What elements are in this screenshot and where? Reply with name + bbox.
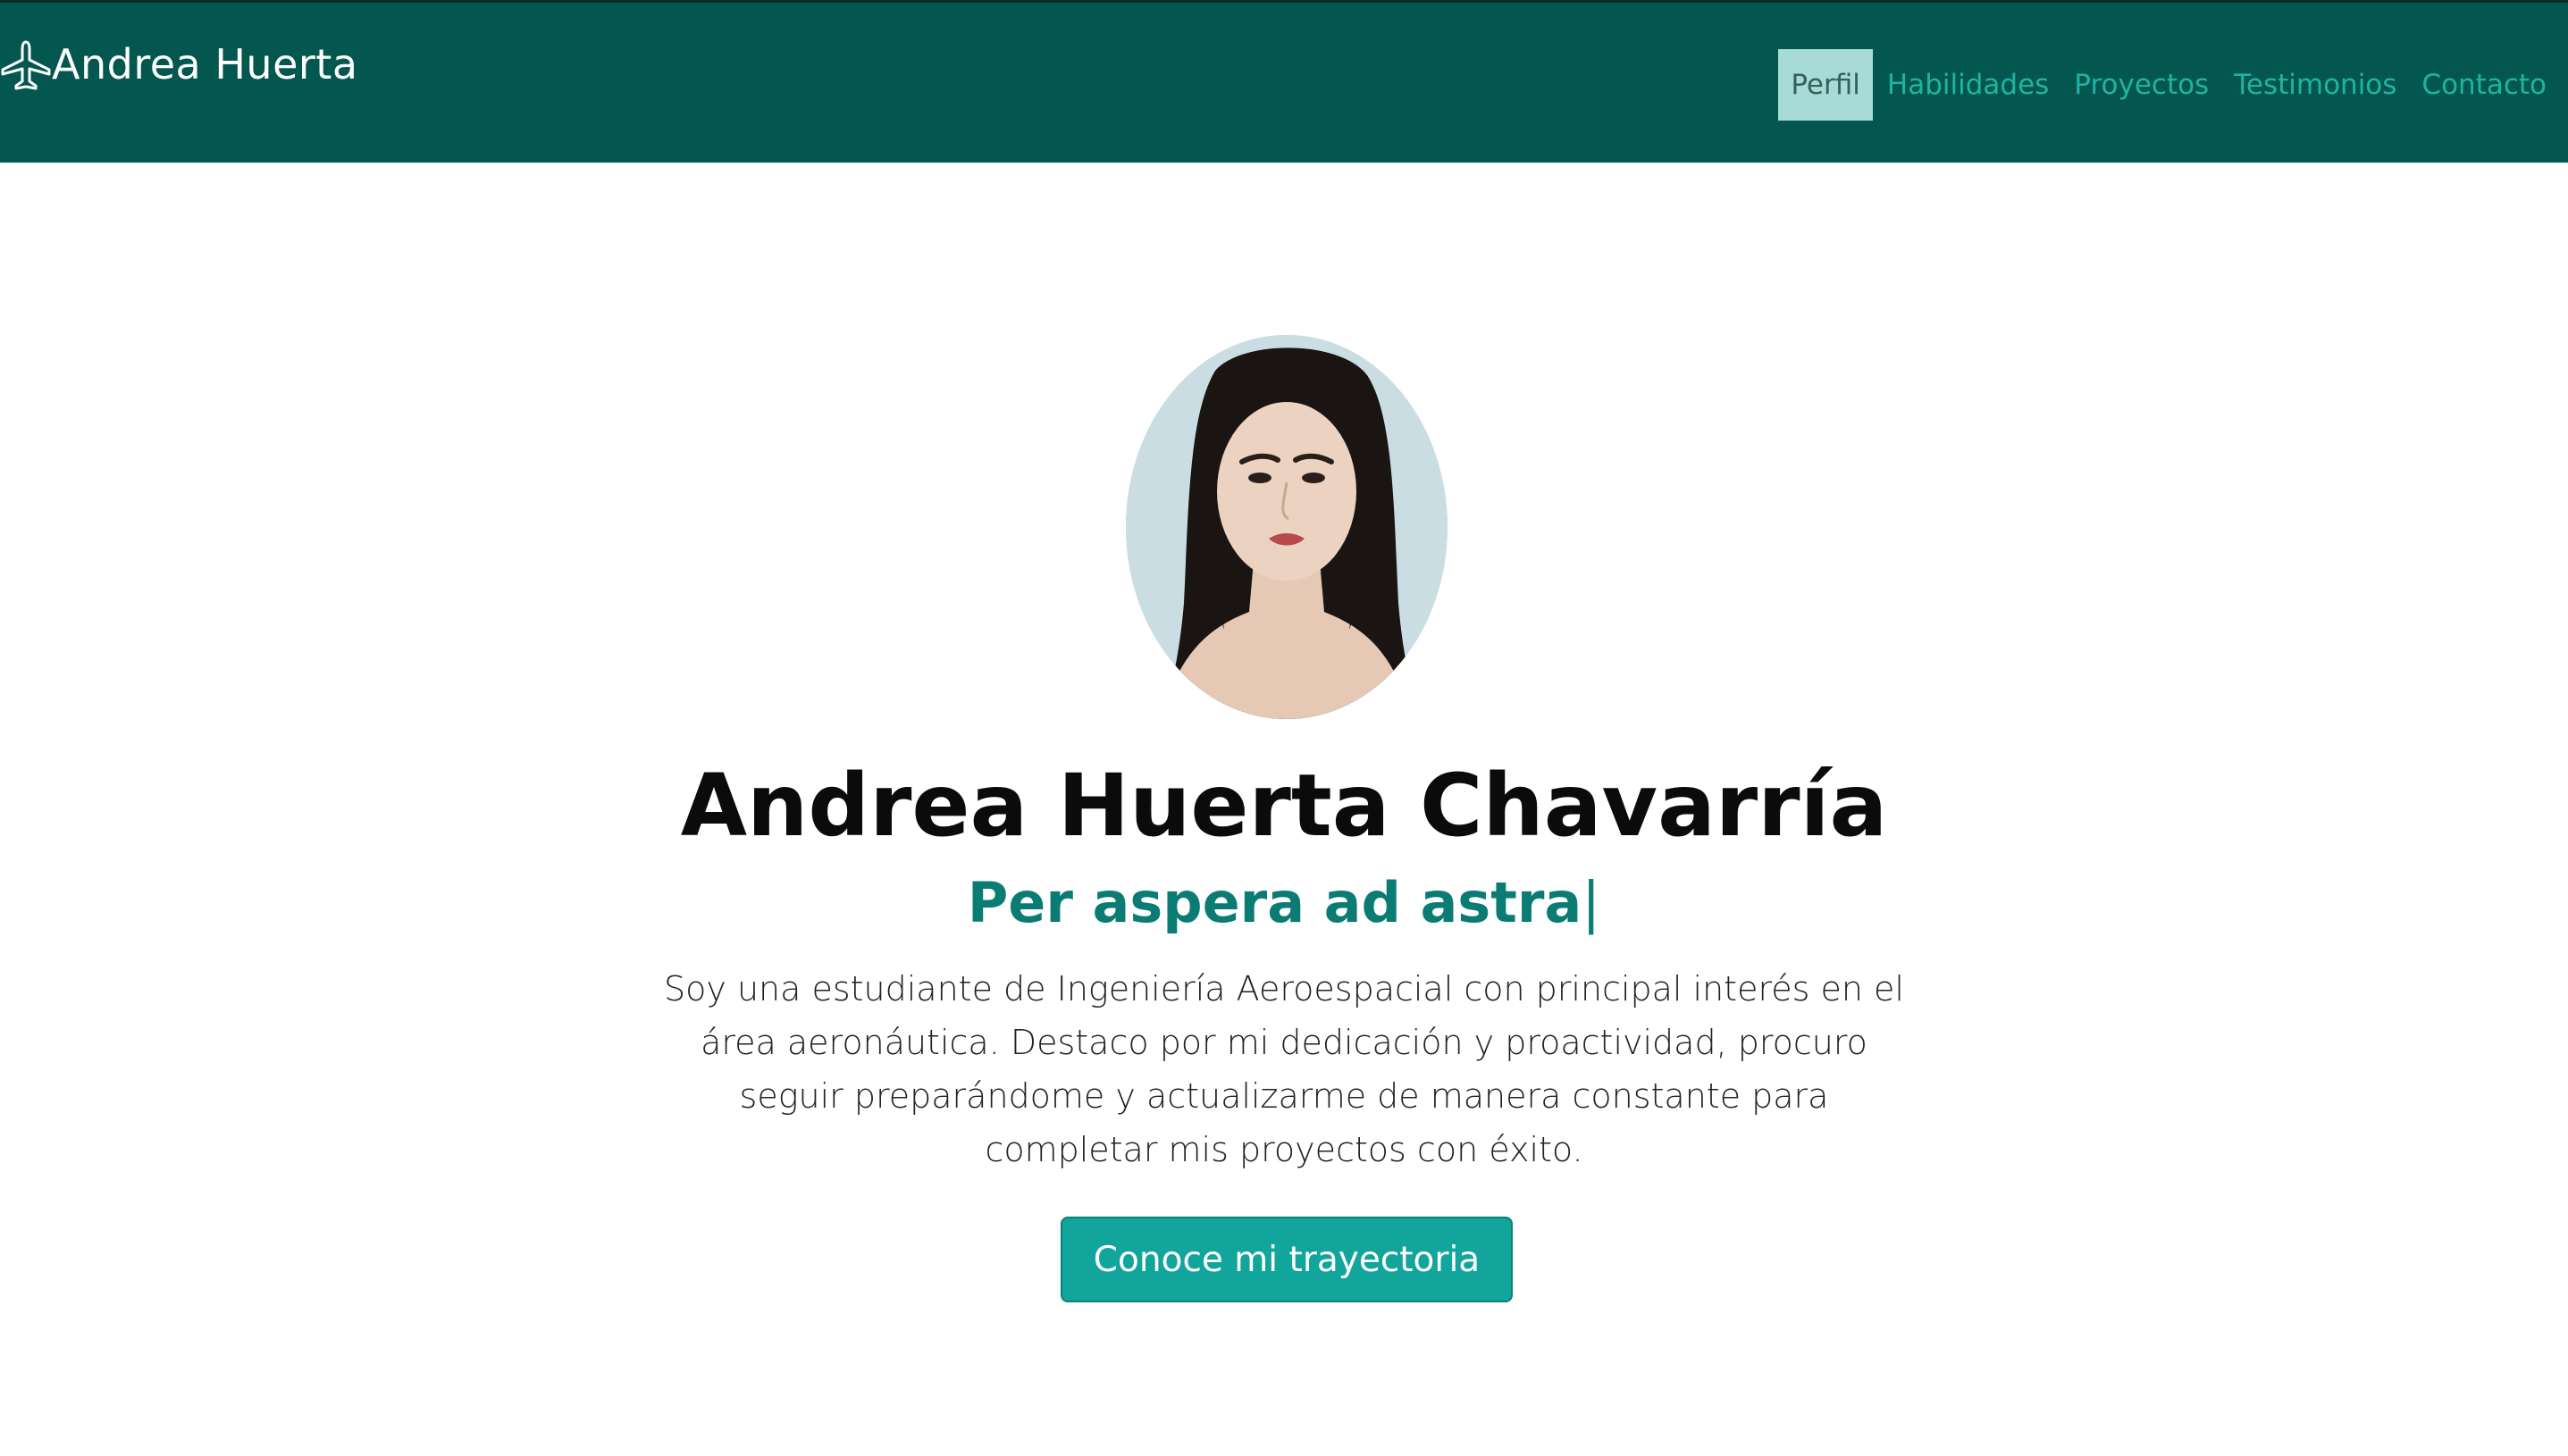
brand-name: Andrea Huerta <box>52 40 358 88</box>
nav-item-contacto[interactable]: Contacto <box>2409 49 2559 121</box>
hero-section: Andrea Huerta Chavarría Per aspera ad as… <box>0 163 2568 1456</box>
hero-name: Andrea Huerta Chavarría <box>680 756 1888 856</box>
nav-item-testimonios[interactable]: Testimonios <box>2221 49 2409 121</box>
hero-bio: Soy una estudiante de Ingeniería Aeroesp… <box>664 969 1904 1169</box>
typing-cursor: | <box>1582 870 1601 935</box>
motto-text: Per aspera ad astra <box>967 870 1582 935</box>
profile-portrait <box>1126 335 1448 719</box>
hero-motto: Per aspera ad astra| <box>0 870 2568 935</box>
airplane-icon <box>1 40 51 90</box>
nav-item-habilidades[interactable]: Habilidades <box>1875 49 2061 121</box>
trajectory-button[interactable]: Conoce mi trayectoria <box>1061 1217 1513 1302</box>
nav-item-proyectos[interactable]: Proyectos <box>2061 49 2221 121</box>
nav-item-perfil[interactable]: Perfil <box>1778 49 1873 121</box>
profile-photo <box>1126 335 1448 719</box>
brand-link[interactable]: Andrea Huerta <box>0 37 358 92</box>
top-navbar: Andrea Huerta Perfil Habilidades Proyect… <box>0 0 2568 163</box>
main-nav: Perfil Habilidades Proyectos Testimonios… <box>1778 49 2559 121</box>
